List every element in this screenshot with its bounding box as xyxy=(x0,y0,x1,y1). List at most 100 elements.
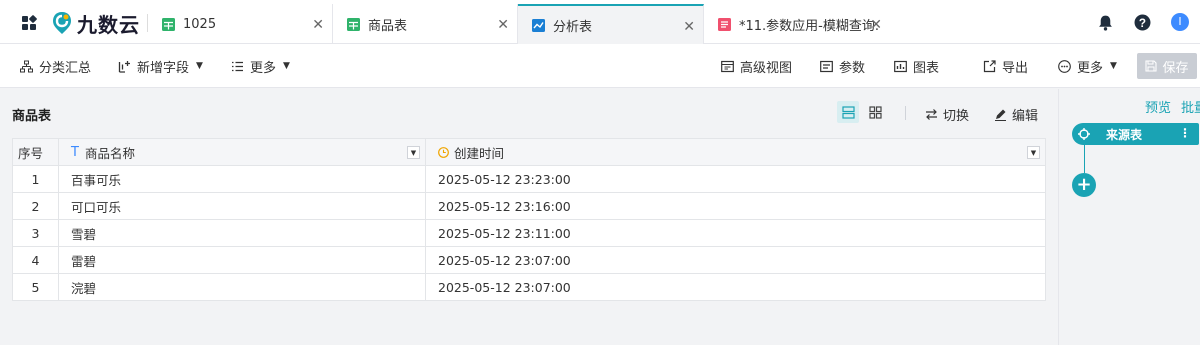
table-header-row: 序号 T 商品名称 ▼ 创建时间 ▼ xyxy=(12,138,1046,166)
group-summary-label: 分类汇总 xyxy=(39,60,92,76)
close-icon[interactable]: ✕ xyxy=(683,19,695,35)
chart-icon xyxy=(894,60,907,72)
advanced-view-button[interactable]: 高级视图 xyxy=(721,57,792,76)
cell-created[interactable]: 2025-05-12 23:07:00 xyxy=(425,273,1046,301)
list-icon xyxy=(232,61,243,71)
params-button[interactable]: 参数 xyxy=(820,57,866,76)
analysis-icon xyxy=(532,18,545,32)
params-icon xyxy=(820,60,833,72)
column-header-label: 创建时间 xyxy=(454,145,505,161)
column-dropdown-icon[interactable]: ▼ xyxy=(407,145,420,159)
export-label: 导出 xyxy=(1002,60,1029,76)
edit-label: 编辑 xyxy=(1012,109,1039,124)
column-header-index: 序号 xyxy=(12,138,59,166)
close-icon[interactable]: ✕ xyxy=(312,17,324,33)
more-label: 更多 xyxy=(250,60,277,76)
cell-created[interactable]: 2025-05-12 23:11:00 xyxy=(425,219,1046,247)
row-index: 2 xyxy=(12,192,59,220)
column-dropdown-icon[interactable]: ▼ xyxy=(1027,145,1040,159)
add-field-icon xyxy=(118,60,130,73)
save-label: 保存 xyxy=(1162,60,1189,76)
row-index: 3 xyxy=(12,219,59,247)
divider xyxy=(905,106,906,120)
cell-name[interactable]: 浣碧 xyxy=(58,273,426,301)
switch-button[interactable]: 切换 xyxy=(925,105,969,124)
caret-down-icon: ▼ xyxy=(196,61,203,71)
more-label: 更多 xyxy=(1077,60,1104,76)
source-table-node[interactable]: 来源表 ⋮ xyxy=(1072,123,1199,145)
chart-button[interactable]: 图表 xyxy=(894,57,940,76)
tab-analysis-table[interactable]: 分析表 ✕ xyxy=(518,4,704,44)
group-summary-button[interactable]: 分类汇总 xyxy=(20,57,92,76)
switch-icon xyxy=(926,109,937,120)
row-index: 5 xyxy=(12,273,59,301)
grid-view-button[interactable] xyxy=(864,101,886,123)
connector-line xyxy=(1084,145,1085,173)
export-button[interactable]: 导出 xyxy=(983,57,1029,76)
spreadsheet-icon xyxy=(347,17,360,31)
batch-link[interactable]: 批量 xyxy=(1181,97,1200,116)
tab-param-fuzzy-query[interactable]: *11.参数应用-模糊查询... ✕ xyxy=(704,4,890,44)
add-node-button[interactable]: + xyxy=(1072,173,1096,197)
table-row[interactable]: 2 可口可乐 2025-05-12 23:16:00 xyxy=(12,192,1046,220)
apps-grid-icon[interactable] xyxy=(21,15,37,31)
text-type-icon: T xyxy=(71,144,79,160)
cell-created[interactable]: 2025-05-12 23:23:00 xyxy=(425,165,1046,193)
table-row[interactable]: 1 百事可乐 2025-05-12 23:23:00 xyxy=(12,165,1046,193)
tab-label: 分析表 xyxy=(553,19,593,35)
close-icon[interactable]: ✕ xyxy=(870,17,882,33)
edit-button[interactable]: 编辑 xyxy=(994,105,1038,124)
export-icon xyxy=(983,59,996,72)
caret-down-icon: ▼ xyxy=(1110,61,1117,71)
cell-name[interactable]: 雪碧 xyxy=(58,219,426,247)
document-icon xyxy=(718,17,731,31)
params-label: 参数 xyxy=(839,60,866,76)
group-icon xyxy=(20,60,33,72)
save-button[interactable]: 保存 xyxy=(1137,53,1197,79)
more-menu-button[interactable]: 更多 ▼ xyxy=(231,57,290,76)
chart-label: 图表 xyxy=(913,60,940,76)
more-actions-button[interactable]: 更多 ▼ xyxy=(1058,57,1117,76)
cell-created[interactable]: 2025-05-12 23:07:00 xyxy=(425,246,1046,274)
source-node-label: 来源表 xyxy=(1106,127,1143,142)
toolbar: 分类汇总 新增字段 ▼ 更多 ▼ 高级视图 参数 图表 导出 更多 ▼ 保存 xyxy=(0,44,1200,88)
cell-name[interactable]: 百事可乐 xyxy=(58,165,426,193)
cell-name[interactable]: 雷碧 xyxy=(58,246,426,274)
row-index: 4 xyxy=(12,246,59,274)
edit-icon xyxy=(995,109,1006,121)
column-header-created[interactable]: 创建时间 ▼ xyxy=(425,138,1046,166)
app-logo[interactable]: 九数云 xyxy=(51,10,140,37)
table-row[interactable]: 3 雪碧 2025-05-12 23:11:00 xyxy=(12,219,1046,247)
switch-label: 切换 xyxy=(943,109,970,124)
user-avatar[interactable]: I xyxy=(1171,13,1189,31)
close-icon[interactable]: ✕ xyxy=(497,17,509,33)
table-row[interactable]: 5 浣碧 2025-05-12 23:07:00 xyxy=(12,273,1046,301)
column-header-name[interactable]: T 商品名称 ▼ xyxy=(58,138,426,166)
caret-down-icon: ▼ xyxy=(283,61,290,71)
column-header-label: 商品名称 xyxy=(84,145,135,161)
add-field-button[interactable]: 新增字段 ▼ xyxy=(118,57,203,76)
preview-link[interactable]: 预览 xyxy=(1145,97,1171,116)
row-index: 1 xyxy=(12,165,59,193)
save-icon xyxy=(1145,60,1158,72)
cell-created[interactable]: 2025-05-12 23:16:00 xyxy=(425,192,1046,220)
help-icon[interactable]: ? xyxy=(1134,14,1151,31)
table-row[interactable]: 4 雷碧 2025-05-12 23:07:00 xyxy=(12,246,1046,274)
tab-label: 1025 xyxy=(183,16,217,32)
node-menu-icon[interactable]: ⋮ xyxy=(1179,126,1191,140)
flow-panel: 预览 批量 来源表 ⋮ + xyxy=(1058,89,1200,345)
list-view-button[interactable] xyxy=(837,101,859,123)
tab-product-table[interactable]: 商品表 ✕ xyxy=(333,4,518,44)
logo-text: 九数云 xyxy=(77,12,140,37)
list-view-icon xyxy=(841,105,855,119)
panel-title: 商品表 xyxy=(12,109,52,124)
top-bar: 九数云 1025 ✕ 商品表 ✕ 分析表 ✕ *11.参数应用-模糊查询... … xyxy=(0,0,1200,44)
tab-1025[interactable]: 1025 ✕ xyxy=(148,4,333,44)
main-panel: 商品表 切换 编辑 序号 T 商品名称 ▼ 创建时间 ▼ 1 百事可乐 2025… xyxy=(0,89,1058,345)
tab-label: 商品表 xyxy=(368,18,408,34)
logo-mark-icon xyxy=(53,12,71,34)
grid-view-icon xyxy=(868,105,882,119)
cell-name[interactable]: 可口可乐 xyxy=(58,192,426,220)
bell-icon[interactable] xyxy=(1097,14,1114,31)
clock-icon xyxy=(438,146,449,158)
